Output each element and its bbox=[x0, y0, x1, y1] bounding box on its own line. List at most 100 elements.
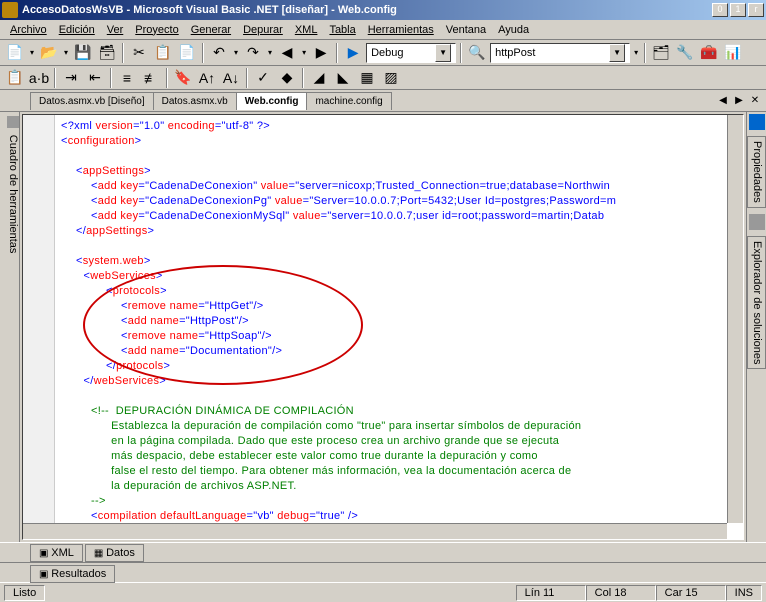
comment-button[interactable]: ≡ bbox=[116, 67, 138, 89]
indent-button[interactable]: ⇥ bbox=[60, 67, 82, 89]
menu-generar[interactable]: Generar bbox=[185, 22, 237, 38]
find-dropdown[interactable]: ▾ bbox=[632, 48, 640, 57]
misc-button2[interactable]: ◣ bbox=[332, 67, 354, 89]
menu-archivo[interactable]: Archivo bbox=[4, 22, 53, 38]
menu-ventana[interactable]: Ventana bbox=[440, 22, 492, 38]
class-view-button[interactable]: 📊 bbox=[722, 42, 744, 64]
nav-back-dropdown[interactable]: ▾ bbox=[300, 48, 308, 57]
new-button[interactable]: 📄 bbox=[4, 42, 26, 64]
nav-back-button[interactable]: ◀ bbox=[276, 42, 298, 64]
tab-close-button[interactable]: ✕ bbox=[748, 94, 762, 108]
target-value: httpPost bbox=[495, 47, 535, 59]
separator bbox=[110, 68, 112, 88]
explorer-icon[interactable] bbox=[749, 214, 765, 230]
separator bbox=[166, 68, 168, 88]
left-panel-toolbox[interactable]: Cuadro de herramientas bbox=[0, 112, 20, 542]
code-content: <?xml version="1.0" encoding="utf-8" ?> … bbox=[23, 115, 743, 528]
separator bbox=[460, 43, 462, 63]
copy-button[interactable]: 📋 bbox=[152, 42, 174, 64]
save-all-button[interactable]: 🗃 bbox=[96, 42, 118, 64]
results-row: ▣ Resultados bbox=[0, 562, 766, 582]
tab-nav: ◀ ▶ ✕ bbox=[716, 94, 762, 108]
separator bbox=[122, 43, 124, 63]
target-combo[interactable]: httpPost ▼ bbox=[490, 43, 630, 63]
menu-ayuda[interactable]: Ayuda bbox=[492, 22, 535, 38]
menu-xml[interactable]: XML bbox=[289, 22, 324, 38]
properties-button[interactable]: 🔧 bbox=[674, 42, 696, 64]
redo-dropdown[interactable]: ▾ bbox=[266, 48, 274, 57]
xml-btn1[interactable]: 📋 bbox=[4, 67, 26, 89]
chevron-down-icon[interactable]: ▼ bbox=[609, 44, 625, 62]
menu-herramientas[interactable]: Herramientas bbox=[362, 22, 440, 38]
separator bbox=[336, 43, 338, 63]
chevron-down-icon[interactable]: ▼ bbox=[435, 44, 451, 62]
cut-button[interactable]: ✂ bbox=[128, 42, 150, 64]
decrease-font-button[interactable]: A↓ bbox=[220, 67, 242, 89]
menu-proyecto[interactable]: Proyecto bbox=[129, 22, 184, 38]
app-icon bbox=[2, 2, 18, 18]
scrollbar-horizontal[interactable] bbox=[23, 523, 727, 539]
menu-edicion[interactable]: Edición bbox=[53, 22, 101, 38]
separator bbox=[644, 43, 646, 63]
validate-button[interactable]: ✓ bbox=[252, 67, 274, 89]
separator bbox=[202, 43, 204, 63]
code-editor[interactable]: <?xml version="1.0" encoding="utf-8" ?> … bbox=[22, 114, 744, 540]
panel-explorador[interactable]: Explorador de soluciones bbox=[747, 236, 766, 370]
undo-dropdown[interactable]: ▾ bbox=[232, 48, 240, 57]
nav-fwd-button[interactable]: ▶ bbox=[310, 42, 332, 64]
redo-button[interactable]: ↷ bbox=[242, 42, 264, 64]
find-button[interactable]: 🔍 bbox=[466, 42, 488, 64]
uncomment-button[interactable]: ≢ bbox=[140, 67, 162, 89]
tab-prev-button[interactable]: ◀ bbox=[716, 94, 730, 108]
document-tabs: Datos.asmx.vb [Diseño] Datos.asmx.vb Web… bbox=[0, 90, 766, 112]
open-dropdown[interactable]: ▾ bbox=[62, 48, 70, 57]
minimize-button[interactable]: 0 bbox=[712, 3, 728, 17]
status-ins: INS bbox=[726, 585, 762, 601]
start-button[interactable]: ▶ bbox=[342, 42, 364, 64]
maximize-button[interactable]: 1 bbox=[730, 3, 746, 17]
right-panels: Propiedades Explorador de soluciones bbox=[746, 112, 766, 542]
toolbox-button[interactable]: 🧰 bbox=[698, 42, 720, 64]
bookmark-button[interactable]: 🔖 bbox=[172, 67, 194, 89]
increase-font-button[interactable]: A↑ bbox=[196, 67, 218, 89]
resultados-tab[interactable]: ▣ Resultados bbox=[30, 565, 115, 583]
xml-btn2[interactable]: a·b bbox=[28, 67, 50, 89]
new-dropdown[interactable]: ▾ bbox=[28, 48, 36, 57]
schema-button[interactable]: ◆ bbox=[276, 67, 298, 89]
left-panel-label: Cuadro de herramientas bbox=[7, 135, 19, 254]
menu-ver[interactable]: Ver bbox=[101, 22, 130, 38]
outdent-button[interactable]: ⇤ bbox=[84, 67, 106, 89]
paste-button[interactable]: 📄 bbox=[176, 42, 198, 64]
config-value: Debug bbox=[371, 47, 403, 59]
view-datos-tab[interactable]: ▦ Datos bbox=[85, 544, 144, 562]
separator bbox=[246, 68, 248, 88]
editor-view-tabs: ▣ XML ▦ Datos bbox=[0, 542, 766, 562]
menu-depurar[interactable]: Depurar bbox=[237, 22, 289, 38]
panel-propiedades[interactable]: Propiedades bbox=[747, 136, 766, 208]
misc-button1[interactable]: ◢ bbox=[308, 67, 330, 89]
tab-datos-diseno[interactable]: Datos.asmx.vb [Diseño] bbox=[30, 92, 154, 110]
toolbar-xml: 📋 a·b ⇥ ⇤ ≡ ≢ 🔖 A↑ A↓ ✓ ◆ ◢ ◣ ▦ ▨ bbox=[0, 66, 766, 90]
help-icon[interactable] bbox=[749, 114, 765, 130]
misc-button3[interactable]: ▦ bbox=[356, 67, 378, 89]
tab-datos-asmx[interactable]: Datos.asmx.vb bbox=[153, 92, 237, 110]
view-xml-tab[interactable]: ▣ XML bbox=[30, 544, 83, 562]
separator bbox=[302, 68, 304, 88]
status-ready: Listo bbox=[4, 585, 45, 601]
open-button[interactable]: 📂 bbox=[38, 42, 60, 64]
status-line: Lín 11 bbox=[516, 585, 586, 601]
undo-button[interactable]: ↶ bbox=[208, 42, 230, 64]
config-combo[interactable]: Debug ▼ bbox=[366, 43, 456, 63]
separator bbox=[54, 68, 56, 88]
toolbar-main: 📄▾ 📂▾ 💾 🗃 ✂ 📋 📄 ↶▾ ↷▾ ◀▾ ▶ ▶ Debug ▼ 🔍 h… bbox=[0, 40, 766, 66]
scrollbar-vertical[interactable] bbox=[727, 115, 743, 523]
close-button[interactable]: r bbox=[748, 3, 764, 17]
tab-next-button[interactable]: ▶ bbox=[732, 94, 746, 108]
solution-explorer-button[interactable]: 🗂 bbox=[650, 42, 672, 64]
menu-tabla[interactable]: Tabla bbox=[323, 22, 361, 38]
tab-machineconfig[interactable]: machine.config bbox=[306, 92, 391, 110]
tab-webconfig[interactable]: Web.config bbox=[236, 92, 308, 110]
misc-button4[interactable]: ▨ bbox=[380, 67, 402, 89]
save-button[interactable]: 💾 bbox=[72, 42, 94, 64]
editor-margin bbox=[23, 115, 55, 539]
